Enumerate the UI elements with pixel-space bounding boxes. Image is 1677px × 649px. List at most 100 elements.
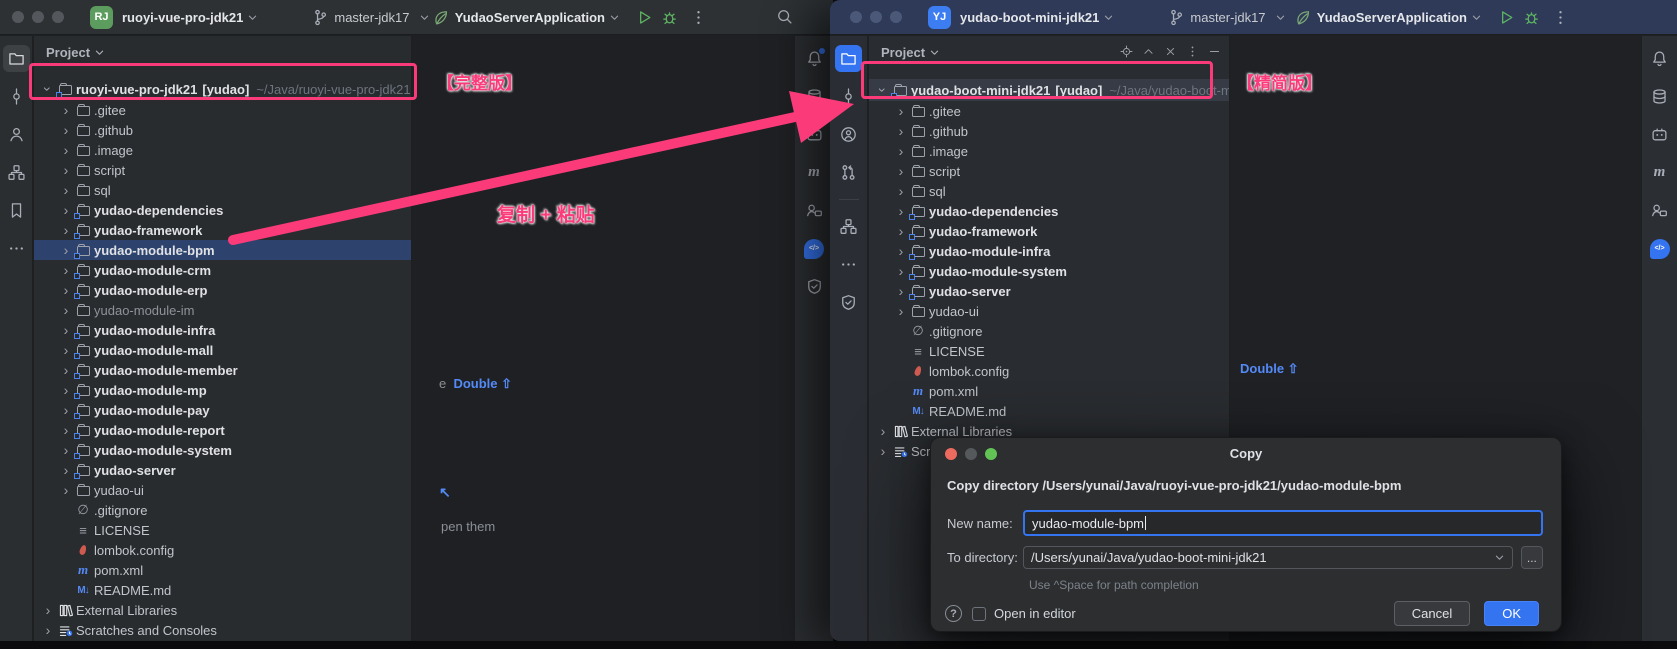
chevron-collapsed-icon[interactable]: ›	[893, 224, 909, 238]
chevron-collapsed-icon[interactable]: ›	[58, 343, 74, 357]
community-icon[interactable]	[1646, 197, 1673, 224]
tree-row-license[interactable]: ›≡LICENSE	[869, 341, 1229, 361]
more-actions-icon[interactable]	[1552, 9, 1569, 26]
chevron-collapsed-icon[interactable]: ›	[58, 203, 74, 217]
tree-row-external-libraries[interactable]: ›External Libraries	[34, 600, 411, 620]
chevron-collapsed-icon[interactable]: ›	[893, 284, 909, 298]
tree-row-yudao-framework[interactable]: ›yudao-framework	[34, 220, 411, 240]
chevron-collapsed-icon[interactable]: ›	[875, 424, 891, 438]
tree-row--image[interactable]: ›.image	[869, 141, 1229, 161]
tree-row-yudao-server[interactable]: ›yudao-server	[34, 460, 411, 480]
tree-row-lombok-config[interactable]: ›lombok.config	[34, 540, 411, 560]
collapse-all-icon[interactable]	[1142, 45, 1155, 58]
commit-icon[interactable]	[835, 83, 862, 110]
tree-row-sql[interactable]: ›sql	[869, 181, 1229, 201]
maven-icon[interactable]: m	[801, 159, 828, 186]
security-icon[interactable]	[801, 273, 828, 300]
tree-row-scratches-and-consoles[interactable]: ›Scratches and Consoles	[34, 620, 411, 640]
chevron-collapsed-icon[interactable]: ›	[58, 163, 74, 177]
new-name-input[interactable]: yudao-module-bpm	[1023, 510, 1543, 536]
run-button[interactable]	[1498, 9, 1515, 26]
tree-row-yudao-module-im[interactable]: ›yudao-module-im	[34, 300, 411, 320]
account-icon[interactable]	[835, 121, 862, 148]
minimize-window-icon[interactable]	[870, 11, 882, 23]
close-window-icon[interactable]	[850, 11, 862, 23]
tree-row--github[interactable]: ›.github	[34, 120, 411, 140]
tree-row-readme-md[interactable]: ›M↓README.md	[869, 401, 1229, 421]
chevron-collapsed-icon[interactable]: ›	[893, 164, 909, 178]
chevron-collapsed-icon[interactable]: ›	[58, 103, 74, 117]
more-icon[interactable]	[3, 235, 30, 262]
pull-request-icon[interactable]	[835, 159, 862, 186]
chevron-collapsed-icon[interactable]: ›	[893, 304, 909, 318]
run-config-name[interactable]: YudaoServerApplication	[455, 10, 605, 25]
tree-row-ruoyi-vue-pro-jdk21[interactable]: ›ruoyi-vue-pro-jdk21[yudao]~/Java/ruoyi-…	[34, 78, 411, 100]
close-icon[interactable]	[1164, 45, 1177, 58]
chevron-collapsed-icon[interactable]: ›	[58, 143, 74, 157]
project-panel-header[interactable]: Project	[46, 45, 105, 60]
code-chat-icon[interactable]: </>	[1646, 235, 1673, 262]
window-controls[interactable]	[12, 11, 64, 23]
chevron-collapsed-icon[interactable]: ›	[58, 323, 74, 337]
hide-icon[interactable]	[1208, 45, 1221, 58]
chevron-collapsed-icon[interactable]: ›	[58, 483, 74, 497]
browse-button[interactable]: ...	[1521, 546, 1543, 569]
code-chat-icon[interactable]: </>	[801, 235, 828, 262]
chevron-collapsed-icon[interactable]: ›	[58, 303, 74, 317]
close-window-icon[interactable]	[12, 11, 24, 23]
tree-row--gitee[interactable]: ›.gitee	[869, 101, 1229, 121]
tree-row-yudao-dependencies[interactable]: ›yudao-dependencies	[34, 200, 411, 220]
select-opened-file-icon[interactable]	[1120, 45, 1133, 58]
chevron-collapsed-icon[interactable]: ›	[58, 223, 74, 237]
tree-row-lombok-config[interactable]: ›lombok.config	[869, 361, 1229, 381]
structure-icon[interactable]	[835, 213, 862, 240]
git-branch-widget[interactable]: master-jdk17	[312, 9, 429, 26]
commit-icon[interactable]	[3, 83, 30, 110]
more-actions-icon[interactable]	[690, 9, 707, 26]
project-folder-icon[interactable]	[3, 45, 30, 72]
chevron-collapsed-icon[interactable]: ›	[40, 623, 56, 637]
project-name[interactable]: yudao-boot-mini-jdk21	[960, 10, 1099, 25]
tree-row--gitee[interactable]: ›.gitee	[34, 100, 411, 120]
bookmarks-icon[interactable]	[3, 197, 30, 224]
chevron-collapsed-icon[interactable]: ›	[893, 124, 909, 138]
tree-row-sql[interactable]: ›sql	[34, 180, 411, 200]
tree-row--image[interactable]: ›.image	[34, 140, 411, 160]
tree-row-yudao-module-infra[interactable]: ›yudao-module-infra	[869, 241, 1229, 261]
project-folder-icon[interactable]	[835, 45, 862, 72]
search-everywhere-icon[interactable]	[776, 8, 793, 25]
tree-row-yudao-boot-mini-jdk21[interactable]: ›yudao-boot-mini-jdk21[yudao]~/Java/yuda…	[869, 79, 1229, 101]
database-icon[interactable]	[1646, 83, 1673, 110]
zoom-window-icon[interactable]	[890, 11, 902, 23]
project-avatar[interactable]: RJ	[90, 6, 113, 29]
window-controls[interactable]	[850, 11, 902, 23]
tree-row--gitignore[interactable]: ›∅.gitignore	[869, 321, 1229, 341]
tree-row-yudao-module-crm[interactable]: ›yudao-module-crm	[34, 260, 411, 280]
run-button[interactable]	[636, 9, 653, 26]
ok-button[interactable]: OK	[1484, 601, 1539, 626]
chevron-collapsed-icon[interactable]: ›	[58, 463, 74, 477]
tree-row-script[interactable]: ›script	[869, 161, 1229, 181]
chevron-collapsed-icon[interactable]: ›	[893, 204, 909, 218]
tree-row-yudao-module-report[interactable]: ›yudao-module-report	[34, 420, 411, 440]
tree-row-yudao-module-erp[interactable]: ›yudao-module-erp	[34, 280, 411, 300]
tree-row-yudao-module-member[interactable]: ›yudao-module-member	[34, 360, 411, 380]
chevron-collapsed-icon[interactable]: ›	[58, 263, 74, 277]
notifications-icon[interactable]	[1646, 45, 1673, 72]
chevron-collapsed-icon[interactable]: ›	[893, 184, 909, 198]
chevron-collapsed-icon[interactable]: ›	[58, 363, 74, 377]
chevron-collapsed-icon[interactable]: ›	[58, 403, 74, 417]
options-icon[interactable]	[1186, 45, 1199, 58]
open-in-editor-checkbox[interactable]	[972, 607, 986, 621]
tree-row-yudao-dependencies[interactable]: ›yudao-dependencies	[869, 201, 1229, 221]
cancel-button[interactable]: Cancel	[1394, 601, 1470, 626]
debug-button[interactable]	[1523, 9, 1540, 26]
chevron-collapsed-icon[interactable]: ›	[40, 603, 56, 617]
tree-row-script[interactable]: ›script	[34, 160, 411, 180]
debug-button[interactable]	[661, 9, 678, 26]
tree-row-readme-md[interactable]: ›M↓README.md	[34, 580, 411, 600]
zoom-window-icon[interactable]	[52, 11, 64, 23]
chevron-collapsed-icon[interactable]: ›	[893, 244, 909, 258]
maven-icon[interactable]: m	[1646, 159, 1673, 186]
more-icon[interactable]	[835, 251, 862, 278]
